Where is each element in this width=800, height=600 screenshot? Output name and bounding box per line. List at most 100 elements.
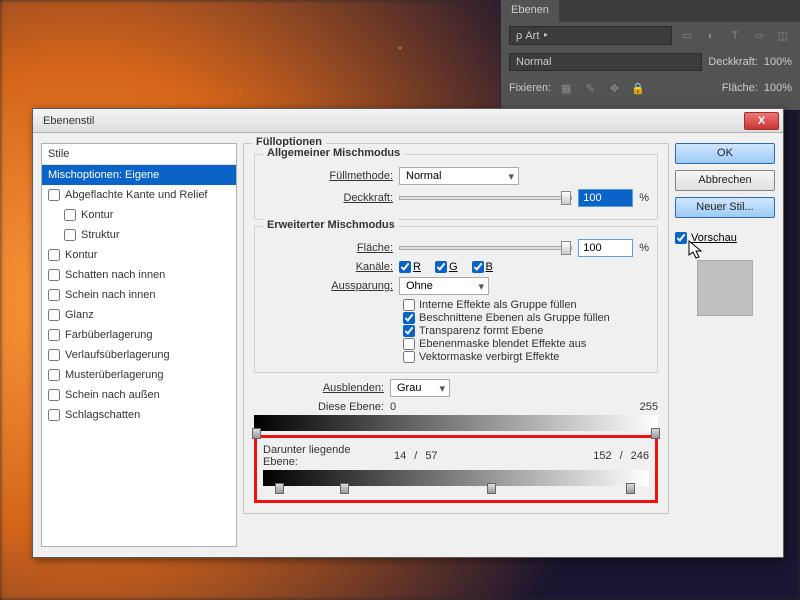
fill-area-input[interactable] bbox=[578, 239, 633, 257]
fill-method-select[interactable]: Normal bbox=[399, 167, 519, 185]
blend-if-select[interactable]: Grau bbox=[390, 379, 450, 397]
fill-value[interactable]: 100% bbox=[764, 82, 792, 94]
opacity-value[interactable]: 100% bbox=[764, 56, 792, 68]
this-layer-gradient[interactable] bbox=[254, 415, 658, 431]
style-label-0: Mischoptionen: Eigene bbox=[48, 169, 159, 181]
layer-filter-select[interactable]: ρ Art ‣ bbox=[509, 26, 672, 45]
filter-adj-icon[interactable]: ◐ bbox=[702, 27, 720, 45]
style-check-5[interactable] bbox=[48, 269, 60, 281]
advanced-blend-title: Erweiterter Mischmodus bbox=[263, 219, 399, 231]
tab-layers[interactable]: Ebenen bbox=[501, 0, 559, 22]
style-item-9[interactable]: Verlaufsüberlagerung bbox=[42, 345, 236, 365]
style-item-7[interactable]: Glanz bbox=[42, 305, 236, 325]
channel-b-label: B bbox=[486, 261, 493, 273]
style-label-7: Glanz bbox=[65, 309, 94, 321]
filter-type-icon[interactable]: T bbox=[726, 27, 744, 45]
style-check-3[interactable] bbox=[64, 229, 76, 241]
style-label-9: Verlaufsüberlagerung bbox=[65, 349, 170, 361]
style-check-6[interactable] bbox=[48, 289, 60, 301]
under-layer-gradient[interactable] bbox=[263, 470, 649, 486]
dialog-title: Ebenenstil bbox=[43, 115, 744, 127]
style-item-6[interactable]: Schein nach innen bbox=[42, 285, 236, 305]
under-layer-label: Darunter liegende Ebene: bbox=[263, 444, 388, 468]
filter-img-icon[interactable]: ▭ bbox=[678, 27, 696, 45]
style-check-12[interactable] bbox=[48, 409, 60, 421]
channel-b-check[interactable] bbox=[472, 261, 484, 273]
adv-check-0[interactable] bbox=[403, 299, 415, 311]
style-item-0[interactable]: Mischoptionen: Eigene bbox=[42, 165, 236, 185]
fill-label: Fläche: bbox=[722, 82, 758, 94]
filter-shape-icon[interactable]: ▱ bbox=[750, 27, 768, 45]
adv-check-label-3: Ebenenmaske blendet Effekte aus bbox=[419, 338, 586, 350]
style-label-4: Kontur bbox=[65, 249, 97, 261]
fill-area-label: Fläche: bbox=[263, 242, 393, 254]
channel-r-check[interactable] bbox=[399, 261, 411, 273]
highlight-box: Darunter liegende Ebene: 14/ 57 152/ 246 bbox=[254, 435, 658, 503]
opacity-input[interactable] bbox=[578, 189, 633, 207]
options-area: Fülloptionen Allgemeiner Mischmodus Füll… bbox=[243, 143, 669, 547]
close-button[interactable]: X bbox=[744, 112, 779, 130]
style-label-12: Schlagschatten bbox=[65, 409, 140, 421]
style-check-9[interactable] bbox=[48, 349, 60, 361]
titlebar[interactable]: Ebenenstil X bbox=[33, 109, 783, 133]
style-item-10[interactable]: Musterüberlagerung bbox=[42, 365, 236, 385]
opacity-row-label: Deckkraft: bbox=[263, 192, 393, 204]
style-item-12[interactable]: Schlagschatten bbox=[42, 405, 236, 425]
style-check-11[interactable] bbox=[48, 389, 60, 401]
blend-mode-select[interactable]: Normal bbox=[509, 53, 702, 71]
new-style-button[interactable]: Neuer Stil... bbox=[675, 197, 775, 218]
opacity-pct: % bbox=[639, 192, 649, 204]
style-check-2[interactable] bbox=[64, 209, 76, 221]
ok-button[interactable]: OK bbox=[675, 143, 775, 164]
style-check-1[interactable] bbox=[48, 189, 60, 201]
under-thumb-3[interactable] bbox=[487, 483, 496, 494]
style-item-4[interactable]: Kontur bbox=[42, 245, 236, 265]
opacity-slider[interactable] bbox=[399, 196, 572, 200]
style-check-10[interactable] bbox=[48, 369, 60, 381]
style-item-1[interactable]: Abgeflachte Kante und Relief bbox=[42, 185, 236, 205]
style-label-11: Schein nach außen bbox=[65, 389, 160, 401]
opacity-label: Deckkraft: bbox=[708, 56, 758, 68]
adv-check-3[interactable] bbox=[403, 338, 415, 350]
channel-r-label: R bbox=[413, 261, 421, 273]
style-check-7[interactable] bbox=[48, 309, 60, 321]
channels-label: Kanäle: bbox=[263, 261, 393, 273]
fill-area-slider[interactable] bbox=[399, 246, 572, 250]
dialog-buttons: OK Abbrechen Neuer Stil... Vorschau bbox=[675, 143, 775, 547]
adv-check-2[interactable] bbox=[403, 325, 415, 337]
under-thumb-4[interactable] bbox=[626, 483, 635, 494]
adv-check-label-2: Transparenz formt Ebene bbox=[419, 325, 543, 337]
cancel-button[interactable]: Abbrechen bbox=[675, 170, 775, 191]
under-thumb-1[interactable] bbox=[275, 483, 284, 494]
style-item-5[interactable]: Schatten nach innen bbox=[42, 265, 236, 285]
adv-check-label-4: Vektormaske verbirgt Effekte bbox=[419, 351, 559, 363]
lock-position-icon[interactable]: ✥ bbox=[605, 79, 623, 97]
under-val-d: 246 bbox=[631, 450, 649, 462]
this-layer-thumb-white[interactable] bbox=[651, 428, 660, 439]
style-label-1: Abgeflachte Kante und Relief bbox=[65, 189, 208, 201]
adv-check-1[interactable] bbox=[403, 312, 415, 324]
this-layer-val-b: 255 bbox=[640, 401, 658, 413]
this-layer-thumb-black[interactable] bbox=[252, 428, 261, 439]
style-check-8[interactable] bbox=[48, 329, 60, 341]
this-layer-label: Diese Ebene: bbox=[254, 401, 384, 413]
style-item-11[interactable]: Schein nach außen bbox=[42, 385, 236, 405]
lock-pixels-icon[interactable]: ✎ bbox=[581, 79, 599, 97]
style-item-2[interactable]: Kontur bbox=[42, 205, 236, 225]
knockout-select[interactable]: Ohne bbox=[399, 277, 489, 295]
under-thumb-2[interactable] bbox=[340, 483, 349, 494]
adv-check-4[interactable] bbox=[403, 351, 415, 363]
lock-all-icon[interactable]: 🔒 bbox=[629, 79, 647, 97]
styles-header: Stile bbox=[42, 144, 236, 165]
style-item-8[interactable]: Farbüberlagerung bbox=[42, 325, 236, 345]
fill-area-pct: % bbox=[639, 242, 649, 254]
channel-g-check[interactable] bbox=[435, 261, 447, 273]
filter-smart-icon[interactable]: ◫ bbox=[774, 27, 792, 45]
layer-style-dialog: Ebenenstil X Stile Mischoptionen: Eigene… bbox=[32, 108, 784, 558]
style-item-3[interactable]: Struktur bbox=[42, 225, 236, 245]
general-blend-title: Allgemeiner Mischmodus bbox=[263, 147, 404, 159]
style-check-4[interactable] bbox=[48, 249, 60, 261]
preview-check[interactable] bbox=[675, 232, 687, 244]
lock-transparent-icon[interactable]: ▦ bbox=[557, 79, 575, 97]
this-layer-val-a: 0 bbox=[390, 401, 396, 413]
